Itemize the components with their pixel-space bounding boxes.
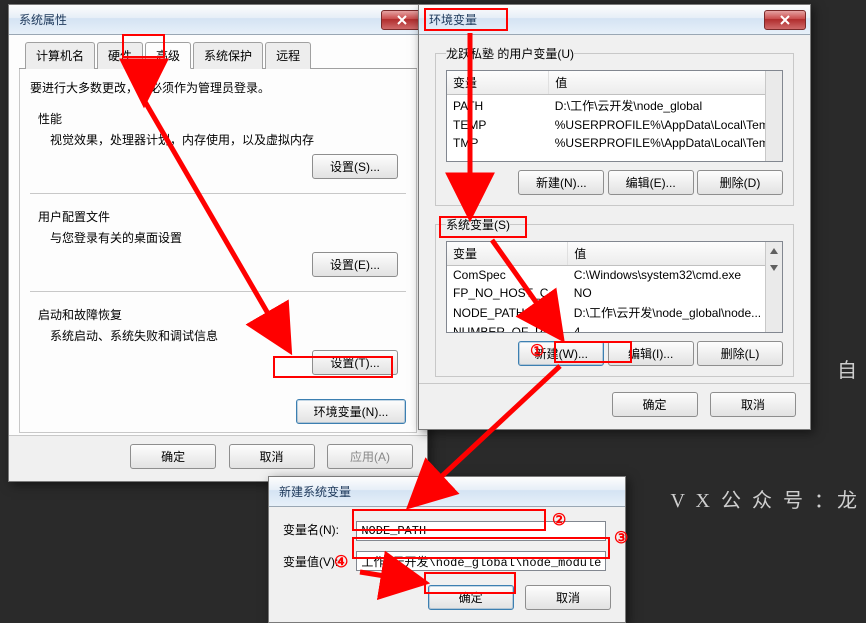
cancel-button[interactable]: 取消 — [229, 444, 315, 469]
close-icon — [397, 15, 407, 25]
cell: TMP — [447, 134, 549, 152]
close-icon — [780, 15, 790, 25]
perf-desc: 视觉效果，处理器计划，内存使用，以及虚拟内存 — [50, 131, 398, 148]
titlebar: 系统属性 — [9, 5, 427, 35]
system-properties-window: 系统属性 计算机名 硬件 高级 系统保护 远程 要进行大多数更改，您必须作为管理… — [8, 4, 428, 482]
cell: %USERPROFILE%\AppData\Local\Temp — [549, 134, 782, 152]
titlebar: 环境变量 — [419, 5, 810, 35]
var-name-input[interactable] — [356, 521, 606, 541]
var-value-label: 变量值(V): — [283, 553, 353, 570]
group-user-profiles: 用户配置文件 与您登录有关的桌面设置 设置(E)... — [30, 202, 406, 287]
cell: 4 — [568, 323, 782, 333]
cell: %USERPROFILE%\AppData\Local\Temp — [549, 116, 782, 134]
cancel-button[interactable]: 取消 — [525, 585, 611, 610]
cell: NUMBER_OF_PR... — [447, 323, 568, 333]
user-edit-button[interactable]: 编辑(E)... — [608, 170, 694, 195]
tab-remote[interactable]: 远程 — [265, 42, 311, 69]
dialog-buttons: 确定 取消 应用(A) — [9, 435, 427, 481]
cancel-button[interactable]: 取消 — [710, 392, 796, 417]
cell: NO — [568, 284, 782, 302]
tabs: 计算机名 硬件 高级 系统保护 远程 — [19, 41, 417, 69]
sys-edit-button[interactable]: 编辑(I)... — [608, 341, 694, 366]
table-row[interactable]: TMP%USERPROFILE%\AppData\Local\Temp — [447, 134, 782, 152]
perf-header: 性能 — [38, 110, 398, 127]
table-row[interactable]: NUMBER_OF_PR...4 — [447, 323, 782, 333]
sys-vars-group: 系统变量(S) — [446, 216, 510, 233]
ok-button[interactable]: 确定 — [428, 585, 514, 610]
user-new-button[interactable]: 新建(N)... — [518, 170, 604, 195]
ok-button[interactable]: 确定 — [130, 444, 216, 469]
ok-button[interactable]: 确定 — [612, 392, 698, 417]
sys-new-button[interactable]: 新建(W)... — [518, 341, 604, 366]
col-val: 值 — [568, 242, 782, 266]
user-vars-table[interactable]: 变量值 PATHD:\工作\云开发\node_global TEMP%USERP… — [446, 70, 783, 162]
startup-header: 启动和故障恢复 — [38, 306, 398, 323]
userprof-settings-button[interactable]: 设置(E)... — [312, 252, 398, 277]
table-row[interactable]: NODE_PATHD:\工作\云开发\node_global\node... — [447, 302, 782, 323]
scroll-up-icon[interactable] — [766, 242, 782, 259]
group-startup: 启动和故障恢复 系统启动、系统失败和调试信息 设置(T)... — [30, 300, 406, 385]
cell: TEMP — [447, 116, 549, 134]
cell: D:\工作\云开发\node_global\node... — [568, 302, 782, 323]
cell: C:\Windows\system32\cmd.exe — [568, 266, 782, 285]
sys-vars-table[interactable]: 变量值 ComSpecC:\Windows\system32\cmd.exe F… — [446, 241, 783, 333]
tab-advanced[interactable]: 高级 — [145, 42, 191, 69]
dialog-buttons: 确定 取消 — [419, 383, 810, 429]
titlebar: 新建系统变量 — [269, 477, 625, 507]
cell: ComSpec — [447, 266, 568, 285]
perf-settings-button[interactable]: 设置(S)... — [312, 154, 398, 179]
group-performance: 性能 视觉效果，处理器计划，内存使用，以及虚拟内存 设置(S)... — [30, 104, 406, 189]
col-val: 值 — [549, 71, 782, 95]
col-var: 变量 — [447, 242, 568, 266]
user-vars-group: 龙跃私塾 的用户变量(U) — [446, 45, 574, 62]
scrollbar[interactable] — [765, 71, 782, 161]
col-var: 变量 — [447, 71, 549, 95]
tab-hardware[interactable]: 硬件 — [97, 42, 143, 69]
apply-button[interactable]: 应用(A) — [327, 444, 413, 469]
var-name-label: 变量名(N): — [283, 521, 353, 538]
tab-computer-name[interactable]: 计算机名 — [25, 42, 95, 69]
table-row[interactable]: PATHD:\工作\云开发\node_global — [447, 95, 782, 117]
sys-delete-button[interactable]: 删除(L) — [697, 341, 783, 366]
env-vars-window: 环境变量 龙跃私塾 的用户变量(U) 变量值 PATHD:\工作\云开发\nod… — [418, 4, 811, 430]
cell: PATH — [447, 95, 549, 117]
window-title: 系统属性 — [19, 11, 67, 28]
bg-text-2: V X 公 众 号 ：龙 — [670, 484, 860, 513]
table-row[interactable]: TEMP%USERPROFILE%\AppData\Local\Temp — [447, 116, 782, 134]
env-vars-button[interactable]: 环境变量(N)... — [296, 399, 406, 424]
scroll-down-icon[interactable] — [766, 259, 782, 276]
tab-system-protection[interactable]: 系统保护 — [193, 42, 263, 69]
table-row[interactable]: FP_NO_HOST_C...NO — [447, 284, 782, 302]
close-button[interactable] — [764, 10, 806, 30]
userprof-desc: 与您登录有关的桌面设置 — [50, 229, 398, 246]
scrollbar[interactable] — [765, 242, 782, 332]
userprof-header: 用户配置文件 — [38, 208, 398, 225]
var-value-input[interactable] — [356, 551, 606, 571]
bg-text-1: 自 — [837, 354, 860, 383]
cell: FP_NO_HOST_C... — [447, 284, 568, 302]
close-button[interactable] — [381, 10, 423, 30]
cell: D:\工作\云开发\node_global — [549, 95, 782, 117]
startup-desc: 系统启动、系统失败和调试信息 — [50, 327, 398, 344]
window-title: 新建系统变量 — [279, 483, 351, 500]
table-row[interactable]: ComSpecC:\Windows\system32\cmd.exe — [447, 266, 782, 285]
user-delete-button[interactable]: 删除(D) — [697, 170, 783, 195]
cell: NODE_PATH — [447, 302, 568, 323]
new-sys-var-dialog: 新建系统变量 变量名(N): 变量值(V): 确定 取消 — [268, 476, 626, 623]
window-title: 环境变量 — [429, 11, 477, 28]
startup-settings-button[interactable]: 设置(T)... — [312, 350, 398, 375]
admin-note: 要进行大多数更改，您必须作为管理员登录。 — [30, 79, 406, 96]
